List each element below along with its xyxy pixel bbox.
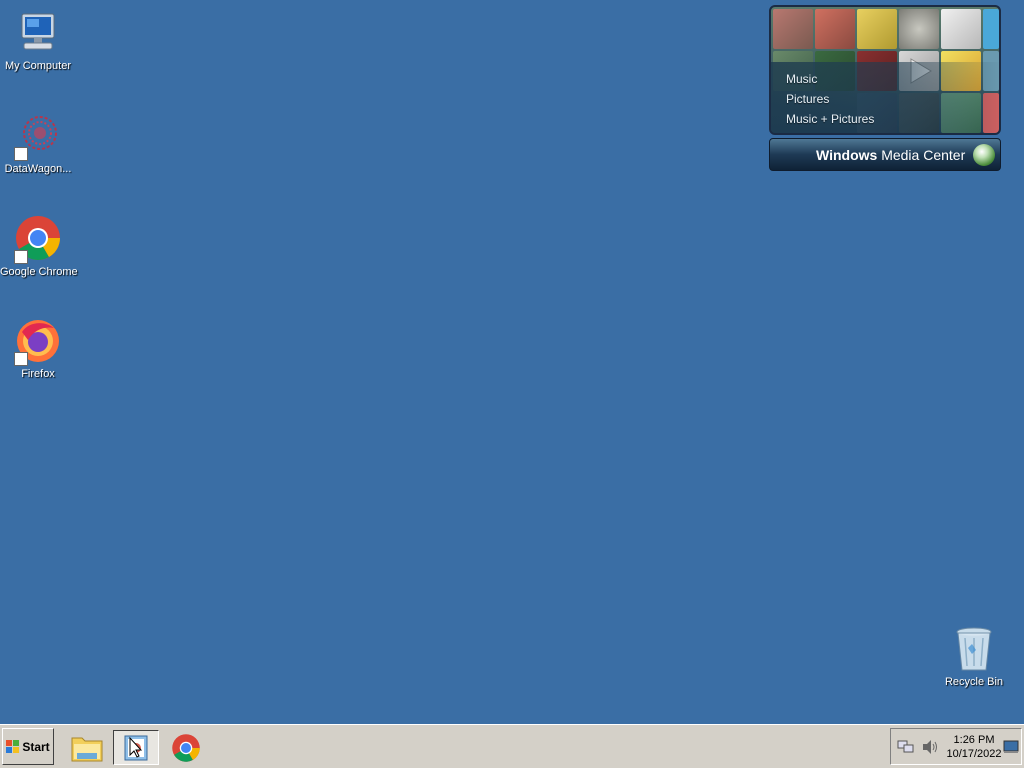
volume-icon[interactable]: [921, 739, 939, 755]
taskbar-app-image-viewer[interactable]: [113, 730, 159, 765]
desktop-icon-my-computer[interactable]: My Computer: [0, 10, 76, 73]
desktop-icon-label: My Computer: [4, 60, 72, 72]
start-label: Start: [22, 739, 50, 754]
media-tile: [773, 9, 813, 49]
taskbar-app-file-explorer[interactable]: [64, 730, 110, 765]
clock-time: 1:26 PM: [953, 734, 995, 746]
computer-icon: [14, 10, 62, 58]
start-button[interactable]: Start: [2, 728, 54, 765]
desktop-icon-recycle-bin[interactable]: Recycle Bin: [936, 626, 1012, 689]
desktop-icon-label: Firefox: [21, 368, 55, 380]
system-tray: 1:26 PM 10/17/2022: [890, 728, 1022, 765]
menu-item-music-pictures[interactable]: Music + Pictures: [786, 109, 874, 129]
windows-flag-icon: [6, 739, 20, 754]
clock-date: 10/17/2022: [946, 748, 1002, 760]
desktop-icon-label: Google Chrome: [0, 266, 78, 278]
media-tile: [941, 9, 981, 49]
menu-item-music[interactable]: Music: [786, 69, 874, 89]
speaker-tile: [899, 9, 939, 49]
media-center-title-bold: Windows: [816, 147, 878, 163]
media-tile: [815, 9, 855, 49]
menu-item-pictures[interactable]: Pictures: [786, 89, 874, 109]
desktop-icon-label: DataWagon...: [4, 163, 72, 175]
taskbar: Start 1:26 PM 10/17/2022: [0, 724, 1024, 768]
shortcut-arrow-icon: [14, 250, 28, 264]
desktop-icon-google-chrome[interactable]: Google Chrome: [0, 216, 78, 279]
firefox-icon: [14, 318, 62, 366]
desktop-icon-firefox[interactable]: Firefox: [0, 318, 76, 381]
file-explorer-icon: [71, 737, 103, 761]
chrome-icon: [14, 216, 62, 264]
desktop-icon-datawagon[interactable]: DataWagon...: [0, 113, 76, 176]
media-tile: [857, 9, 897, 49]
desktop: My Computer DataWagon... Google Chrome F…: [0, 0, 1024, 724]
windows-logo-icon: [973, 144, 995, 166]
taskbar-app-chrome[interactable]: [163, 730, 209, 765]
media-center-title: Windows Media Center: [816, 147, 965, 163]
network-icon[interactable]: [897, 739, 915, 755]
chrome-icon: [172, 733, 200, 762]
image-viewer-icon: [124, 735, 148, 760]
show-desktop-icon[interactable]: [1003, 740, 1019, 754]
media-center-launch-bar[interactable]: Windows Media Center: [769, 138, 1001, 171]
shortcut-arrow-icon: [14, 147, 28, 161]
media-center-menu: Music Pictures Music + Pictures: [786, 69, 874, 129]
media-tile: [983, 9, 999, 49]
recycle-bin-icon: [950, 626, 998, 674]
media-center-title-rest: Media Center: [877, 147, 966, 163]
desktop-icon-label: Recycle Bin: [944, 676, 1004, 688]
media-center-panel[interactable]: Music Pictures Music + Pictures: [769, 5, 1001, 135]
media-center-gadget[interactable]: Music Pictures Music + Pictures Windows …: [769, 5, 1001, 171]
shortcut-arrow-icon: [14, 352, 28, 366]
clock[interactable]: 1:26 PM 10/17/2022: [943, 733, 1005, 761]
datawagon-icon: [14, 113, 62, 161]
